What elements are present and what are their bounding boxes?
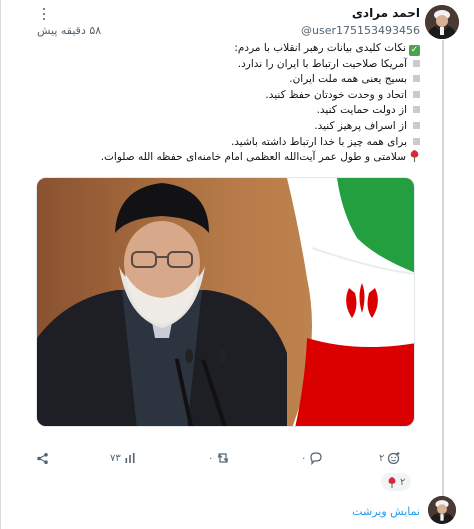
bullet-icon bbox=[413, 137, 420, 145]
reply-author-avatar[interactable] bbox=[428, 496, 456, 524]
repost-button[interactable]: ۰ bbox=[208, 450, 230, 466]
post-actions: ۲ ۰ ۰ ۷۳ bbox=[31, 448, 421, 468]
post-image[interactable] bbox=[36, 177, 415, 427]
post-card: احمد مرادی @user175153493456 ۵۸ دقیقه پی… bbox=[0, 0, 474, 529]
reply-icon bbox=[310, 452, 322, 465]
body-line: آمریکا صلاحیت ارتباط با ایران را ندارد. bbox=[40, 57, 420, 73]
reply-count: ۰ bbox=[301, 452, 307, 464]
post-timestamp: ۵۸ دقیقه پیش bbox=[37, 24, 102, 37]
share-button[interactable] bbox=[36, 450, 49, 466]
views-button[interactable]: ۷۳ bbox=[110, 450, 136, 466]
reply-button[interactable]: ۰ bbox=[301, 450, 323, 466]
add-reaction-button[interactable]: ۲ bbox=[379, 450, 401, 466]
more-vertical-icon[interactable] bbox=[39, 7, 49, 21]
post-header: احمد مرادی @user175153493456 ۵۸ دقیقه پی… bbox=[31, 6, 420, 40]
reaction-chip[interactable]: ۲ bbox=[381, 473, 412, 491]
body-line: از اسراف پرهیز کنید. bbox=[40, 119, 420, 135]
check-icon: ✓ bbox=[409, 45, 420, 56]
body-line: برای همه چیز با خدا ارتباط داشته باشید. bbox=[40, 135, 420, 151]
reactions-count: ۲ bbox=[379, 452, 385, 464]
views-count: ۷۳ bbox=[110, 452, 121, 464]
author-name[interactable]: احمد مرادی bbox=[352, 6, 420, 20]
body-line: ✓نکات کلیدی بیانات رهبر انقلاب با مردم: bbox=[234, 42, 420, 56]
body-line: از دولت حمایت کنید. bbox=[40, 103, 420, 119]
repost-count: ۰ bbox=[208, 452, 214, 464]
body-line: اتحاد و وحدت خودتان حفظ کنید. bbox=[40, 88, 420, 104]
reaction-chip-count: ۲ bbox=[400, 476, 406, 488]
rose-icon bbox=[388, 476, 396, 488]
author-handle[interactable]: @user175153493456 bbox=[301, 24, 420, 37]
share-icon bbox=[37, 452, 48, 464]
post-body: ✓نکات کلیدی بیانات رهبر انقلاب با مردم: … bbox=[40, 41, 420, 166]
rose-icon bbox=[409, 150, 420, 163]
bullet-icon bbox=[413, 59, 420, 67]
bullet-icon bbox=[413, 106, 420, 114]
repost-icon bbox=[217, 453, 229, 463]
views-icon bbox=[125, 453, 135, 463]
author-avatar[interactable] bbox=[425, 5, 459, 39]
show-thread-link[interactable]: نمایش ویرشت bbox=[352, 505, 420, 518]
body-line: سلامتی و طول عمر آیت‌الله العظمی امام خا… bbox=[40, 150, 420, 166]
bullet-icon bbox=[413, 75, 420, 83]
add-reaction-icon bbox=[388, 452, 400, 465]
bullet-icon bbox=[413, 90, 420, 98]
body-line: بسیج یعنی همه ملت ایران. bbox=[40, 72, 420, 88]
thread-line bbox=[442, 40, 444, 502]
bullet-icon bbox=[413, 121, 420, 129]
